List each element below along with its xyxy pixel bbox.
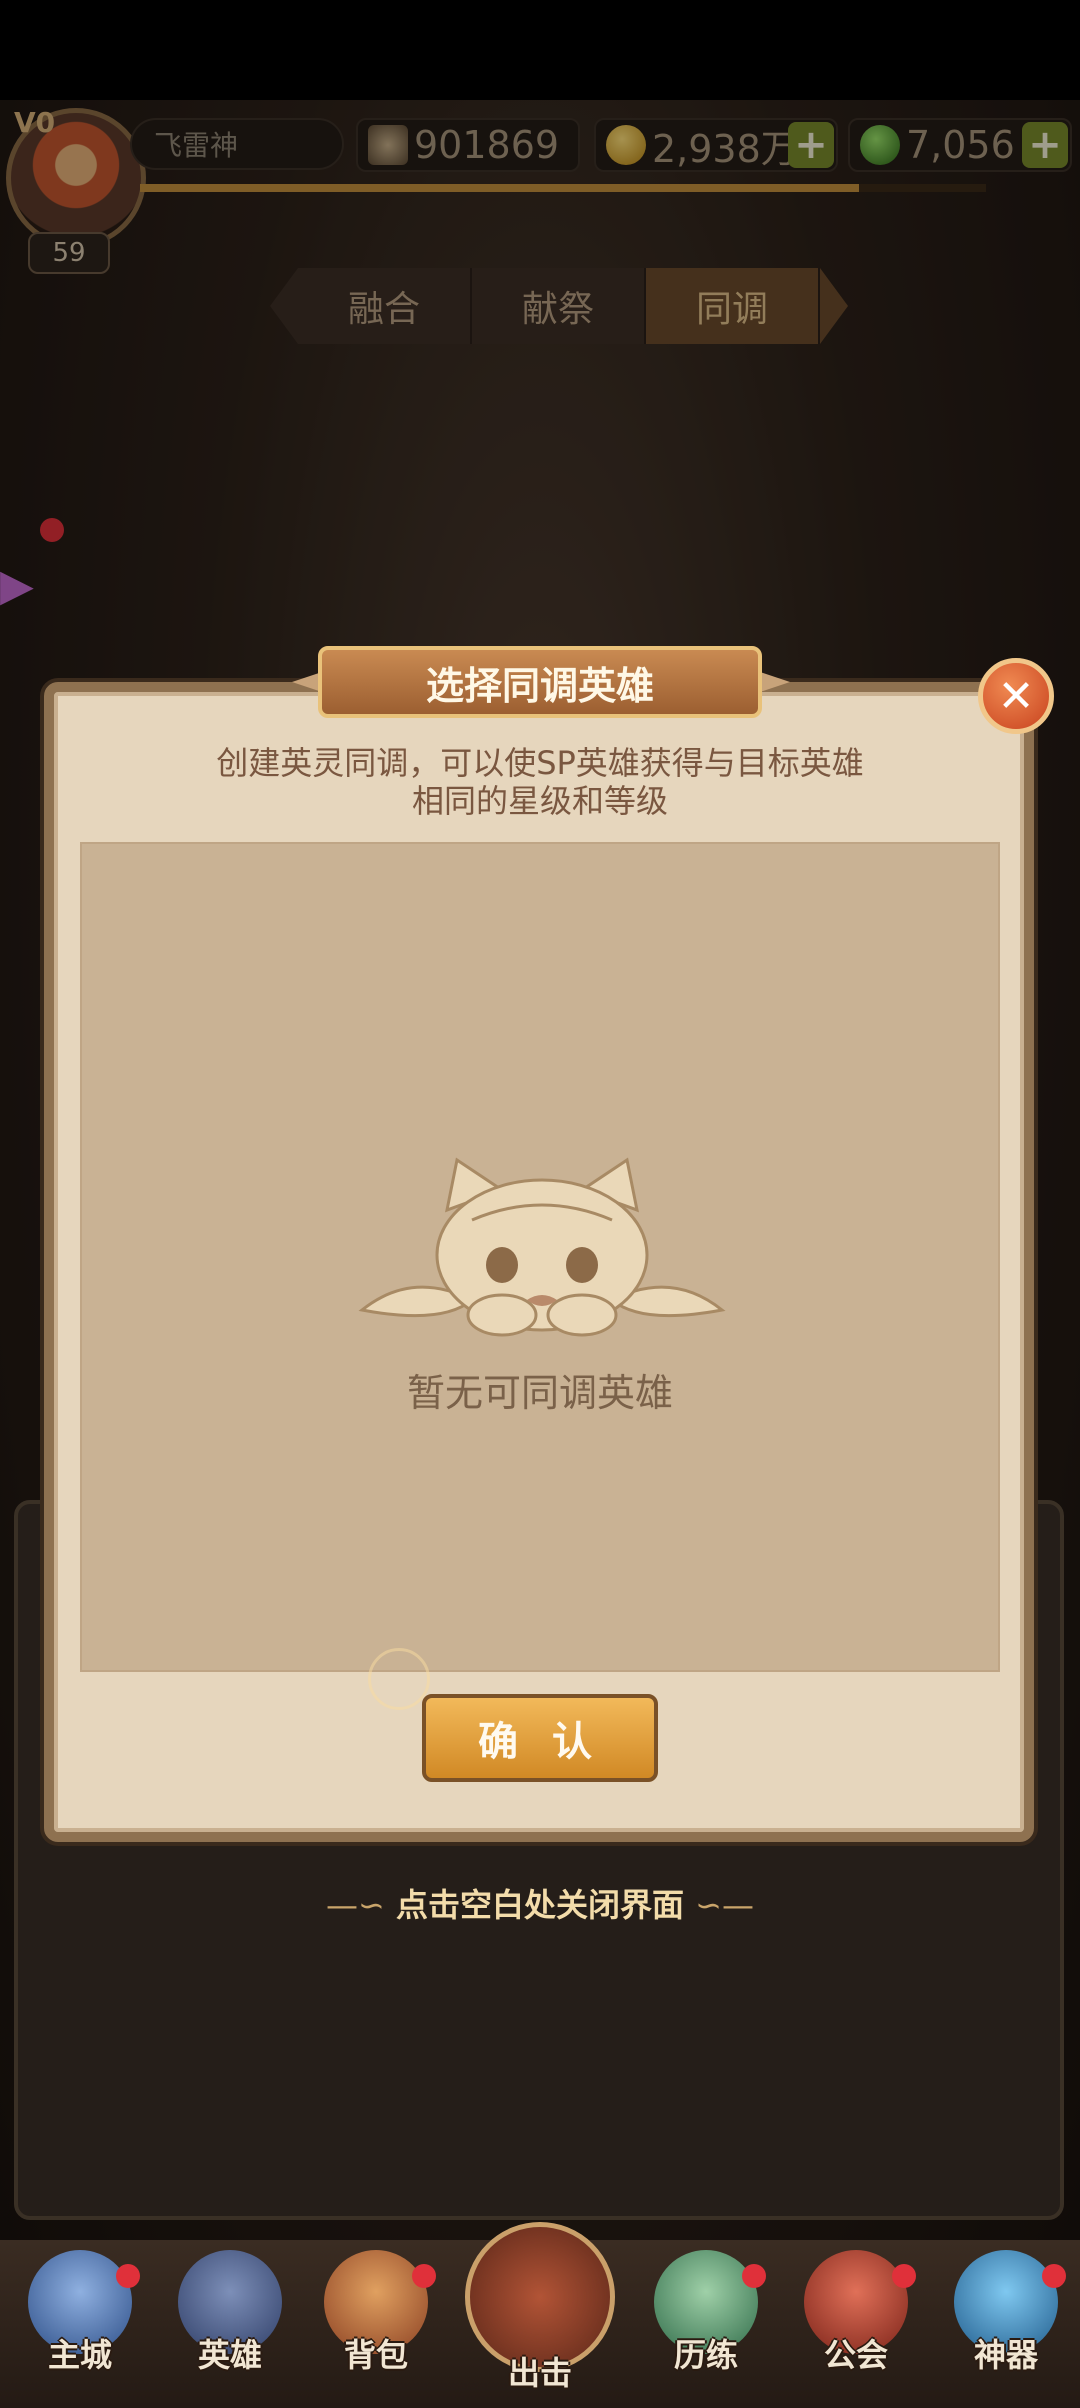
- hint-ornament-right-icon: ∽—: [695, 1886, 754, 1924]
- hint-ornament-left-icon: —∽: [326, 1886, 385, 1924]
- sparkle-effect: [368, 1648, 430, 1710]
- nav-label: 背包: [343, 2336, 408, 2374]
- nav-label: 神器: [973, 2336, 1038, 2374]
- dialog-description: 创建英灵同调，可以使SP英雄获得与目标英雄 相同的星级和等级: [120, 744, 960, 820]
- empty-state-text: 暂无可同调英雄: [406, 1371, 673, 1415]
- nav-training[interactable]: 历练: [636, 2250, 776, 2400]
- nav-main-city[interactable]: 主城: [10, 2250, 150, 2400]
- nav-label: 英雄: [197, 2336, 262, 2374]
- nav-badge: [892, 2264, 916, 2288]
- nav-label: 出击: [507, 2354, 572, 2392]
- empty-state-catgirl-icon: [358, 1157, 726, 1337]
- nav-sortie[interactable]: 出击: [456, 2222, 624, 2402]
- nav-badge: [412, 2264, 436, 2288]
- nav-label: 主城: [47, 2336, 112, 2374]
- confirm-button[interactable]: 确 认: [422, 1694, 658, 1782]
- nav-badge: [116, 2264, 140, 2288]
- dialog-description-line-2: 相同的星级和等级: [411, 782, 668, 820]
- nav-badge: [742, 2264, 766, 2288]
- tap-to-close-hint-text: 点击空白处关闭界面: [395, 1886, 684, 1924]
- nav-label: 历练: [673, 2336, 738, 2374]
- nav-artifact[interactable]: 神器: [936, 2250, 1076, 2400]
- dialog-title: 选择同调英雄: [318, 646, 762, 718]
- close-dialog-button[interactable]: ✕: [978, 658, 1054, 734]
- nav-badge: [1042, 2264, 1066, 2288]
- nav-backpack[interactable]: 背包: [306, 2250, 446, 2400]
- nav-label: 公会: [823, 2336, 888, 2374]
- nav-guild[interactable]: 公会: [786, 2250, 926, 2400]
- nav-heroes[interactable]: 英雄: [160, 2250, 300, 2400]
- dialog-description-line-1: 创建英灵同调，可以使SP英雄获得与目标英雄: [216, 744, 864, 782]
- tap-to-close-hint[interactable]: —∽ 点击空白处关闭界面 ∽—: [240, 1880, 840, 1926]
